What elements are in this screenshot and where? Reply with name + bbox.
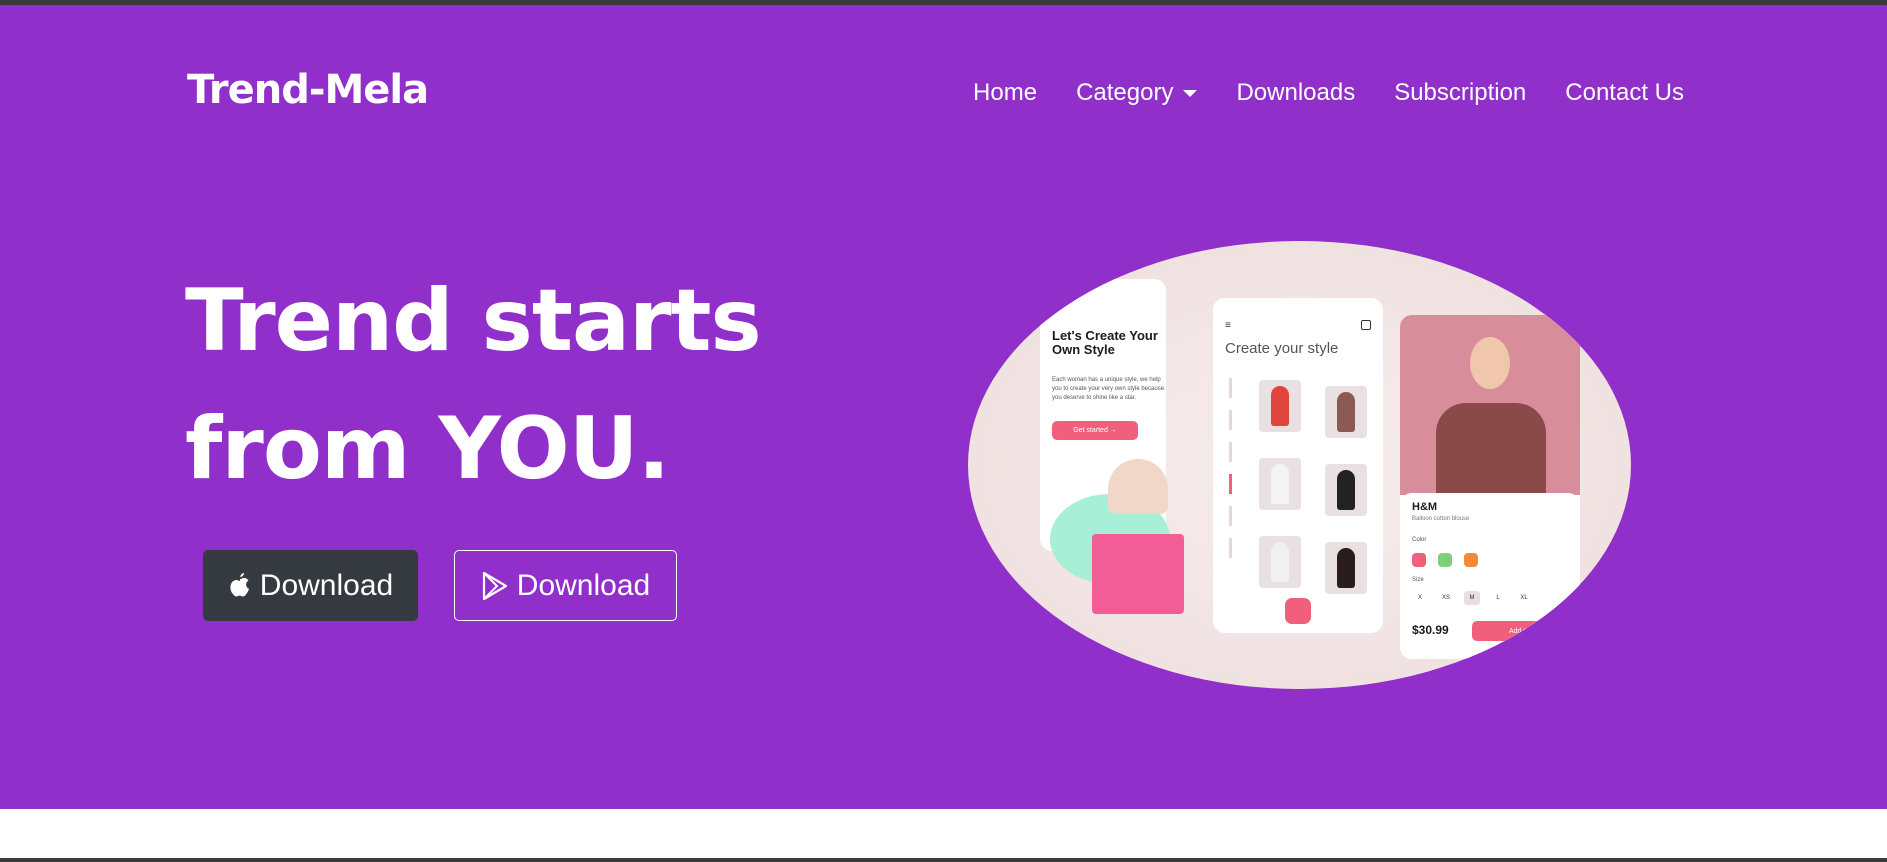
mockup-product-card: H&M Balloon cotton blouse Color Size X X… bbox=[1400, 493, 1580, 659]
product-tile bbox=[1325, 464, 1367, 516]
headline-line-1: Trend starts bbox=[185, 271, 762, 371]
mockup-screen-catalog: ≡ Create your style bbox=[1213, 298, 1383, 633]
apple-button-label: Download bbox=[259, 568, 394, 602]
mockup-get-started-button: Get started → bbox=[1052, 421, 1138, 440]
rail-tick bbox=[1228, 378, 1232, 398]
mockup-model-figure bbox=[1108, 459, 1168, 514]
color-swatch-pink bbox=[1412, 553, 1426, 567]
caret-down-icon bbox=[1183, 90, 1198, 98]
mockup-color-label: Color bbox=[1412, 537, 1427, 543]
size-chip: L bbox=[1496, 595, 1500, 601]
rail-tick bbox=[1228, 410, 1232, 430]
size-chip: XS bbox=[1441, 595, 1450, 601]
hamburger-icon: ≡ bbox=[1225, 320, 1231, 331]
bottom-edge bbox=[0, 858, 1887, 862]
mockup-welcome-body: Each woman has a unique style, we help y… bbox=[1052, 377, 1165, 401]
search-fab-icon bbox=[1285, 598, 1311, 624]
mockup-screen-product: H&M Balloon cotton blouse Color Size X X… bbox=[1400, 315, 1580, 659]
product-tile bbox=[1259, 380, 1301, 432]
size-chip-selected: M bbox=[1464, 591, 1480, 605]
product-figure bbox=[1271, 386, 1289, 426]
cart-icon bbox=[1361, 320, 1371, 330]
nav-home[interactable]: Home bbox=[973, 79, 1037, 107]
nav-category-label: Category bbox=[1076, 79, 1174, 106]
headline-line-2: from YOU. bbox=[185, 399, 670, 499]
mockup-product-brand: H&M bbox=[1412, 501, 1438, 513]
mockup-add-to-bag-button: Add to b bbox=[1472, 621, 1572, 641]
mockup-size-label: Size bbox=[1412, 577, 1424, 583]
mockup-shopping-bag bbox=[1092, 534, 1184, 614]
play-store-download-button[interactable]: Download bbox=[454, 550, 677, 621]
hero-headline: Trend starts from YOU. bbox=[185, 257, 762, 513]
rail-tick-active bbox=[1228, 474, 1232, 494]
rail-tick bbox=[1228, 506, 1232, 526]
mockup-product-name: Balloon cotton blouse bbox=[1412, 516, 1470, 522]
product-figure bbox=[1337, 392, 1355, 432]
product-figure bbox=[1337, 548, 1355, 588]
size-chip: X bbox=[1417, 595, 1422, 601]
product-tile bbox=[1259, 536, 1301, 588]
mockup-screen-welcome: Let's Create Your Own Style Each woman h… bbox=[1040, 279, 1184, 614]
hero-section: Trend-Mela Home Category Downloads Subsc… bbox=[0, 5, 1887, 809]
brand-logo[interactable]: Trend-Mela bbox=[187, 67, 429, 113]
mockup-product-price: $30.99 bbox=[1412, 623, 1449, 637]
product-figure bbox=[1271, 464, 1289, 504]
size-chip: XL bbox=[1520, 595, 1528, 601]
nav-contact[interactable]: Contact Us bbox=[1565, 79, 1684, 107]
main-nav: Home Category Downloads Subscription Con… bbox=[973, 79, 1684, 107]
product-figure bbox=[1337, 470, 1355, 510]
color-swatch-orange bbox=[1464, 553, 1478, 567]
apple-icon bbox=[230, 572, 249, 596]
mockup-catalog-title: Create your style bbox=[1225, 340, 1339, 357]
play-button-label: Download bbox=[516, 568, 651, 602]
rail-tick bbox=[1228, 442, 1232, 462]
app-store-download-button[interactable]: Download bbox=[203, 550, 418, 621]
mockup-model-face bbox=[1470, 337, 1510, 389]
nav-category-dropdown[interactable]: Category bbox=[1076, 79, 1198, 107]
product-tile bbox=[1325, 386, 1367, 438]
product-figure bbox=[1271, 542, 1289, 582]
color-swatch-green bbox=[1438, 553, 1452, 567]
mockup-category-rail bbox=[1223, 378, 1237, 598]
play-store-icon bbox=[482, 571, 507, 600]
app-mockup-image: Let's Create Your Own Style Each woman h… bbox=[968, 241, 1631, 689]
product-tile bbox=[1325, 542, 1367, 594]
mockup-welcome-title: Let's Create Your Own Style bbox=[1052, 328, 1158, 357]
rail-tick bbox=[1228, 538, 1232, 558]
product-tile bbox=[1259, 458, 1301, 510]
nav-downloads[interactable]: Downloads bbox=[1236, 79, 1355, 107]
mockup-blouse bbox=[1436, 403, 1546, 498]
nav-subscription[interactable]: Subscription bbox=[1394, 79, 1526, 107]
mockup-get-started-label: Get started bbox=[1073, 427, 1108, 434]
